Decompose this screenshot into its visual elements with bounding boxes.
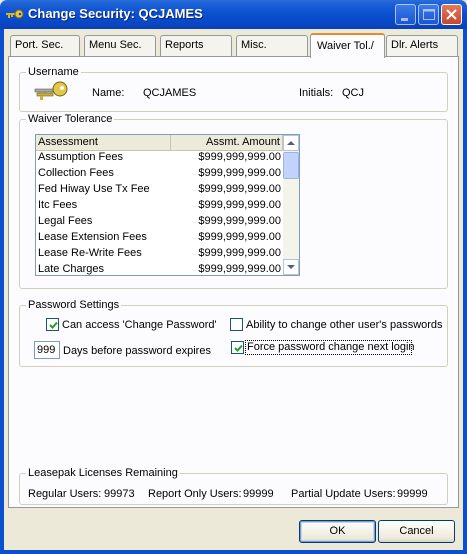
password-settings-group-label: Password Settings: [26, 299, 122, 311]
list-row-assessment[interactable]: Fed Hiway Use Tx Fee: [38, 183, 170, 195]
window-title: Change Security: QCJAMES: [28, 6, 203, 21]
list-row-amount[interactable]: $999,999,999.00: [171, 151, 281, 163]
licenses-group-label: Leasepak Licenses Remaining: [26, 467, 180, 479]
password-settings-group: [19, 305, 448, 367]
arrow-down-icon: [287, 265, 295, 269]
cancel-button[interactable]: Cancel: [378, 520, 455, 543]
list-row-assessment[interactable]: Assumption Fees: [38, 151, 170, 163]
column-header-assessment[interactable]: Assessment: [37, 135, 171, 151]
scroll-up-button[interactable]: [283, 135, 299, 151]
list-row-amount[interactable]: $999,999,999.00: [171, 167, 281, 179]
list-row-amount[interactable]: $999,999,999.00: [171, 231, 281, 243]
tab-menu-sec[interactable]: Menu Sec.: [84, 35, 156, 56]
tab-label: Misc.: [241, 39, 267, 51]
close-window-button[interactable]: [441, 4, 462, 25]
force-password-change-label[interactable]: Force password change next login: [247, 341, 415, 353]
column-header-amount[interactable]: Assmt. Amount: [171, 135, 283, 151]
initials-label: Initials:: [299, 87, 334, 99]
partial-update-users-label: Partial Update Users:: [291, 488, 396, 500]
tab-port-sec[interactable]: Port. Sec.: [10, 35, 80, 56]
window-border-bottom: [0, 550, 467, 554]
ability-change-others-password-label[interactable]: Ability to change other user's passwords: [246, 319, 443, 331]
scroll-thumb[interactable]: [283, 152, 299, 179]
list-row-amount[interactable]: $999,999,999.00: [171, 263, 281, 275]
list-row-assessment[interactable]: Legal Fees: [38, 215, 170, 227]
minimize-icon: [401, 18, 408, 21]
report-only-users-label: Report Only Users:: [148, 488, 242, 500]
tab-waiver-tol[interactable]: Waiver Tol./: [310, 33, 385, 58]
maximize-button[interactable]: [418, 4, 439, 25]
days-expire-input[interactable]: 999: [34, 341, 60, 359]
maximize-icon: [423, 9, 435, 20]
tab-label: Reports: [165, 39, 204, 51]
tab-misc[interactable]: Misc.: [236, 35, 308, 56]
list-row-assessment[interactable]: Lease Extension Fees: [38, 231, 170, 243]
tab-label: Dlr. Alerts: [391, 39, 439, 51]
window-border-right: [463, 29, 467, 554]
keys-icon: [33, 80, 69, 105]
list-row-assessment[interactable]: Late Charges: [38, 263, 170, 275]
list-row-amount[interactable]: $999,999,999.00: [171, 199, 281, 211]
username-group-label: Username: [26, 66, 81, 78]
waiver-tolerance-group-label: Waiver Tolerance: [26, 113, 115, 125]
checkmark-icon: [49, 321, 58, 329]
regular-users-value: 99973: [104, 488, 135, 500]
can-access-change-password-label[interactable]: Can access 'Change Password': [62, 319, 217, 331]
ok-button[interactable]: OK: [299, 520, 376, 543]
tab-reports[interactable]: Reports: [160, 35, 232, 56]
window-border-left: [0, 29, 4, 554]
username-group: [19, 72, 448, 112]
scroll-down-button[interactable]: [283, 259, 299, 275]
list-row-amount[interactable]: $999,999,999.00: [171, 183, 281, 195]
force-password-change-checkbox[interactable]: [231, 341, 244, 354]
list-row-assessment[interactable]: Collection Fees: [38, 167, 170, 179]
partial-update-users-value: 99999: [397, 488, 428, 500]
ability-change-others-password-checkbox[interactable]: [230, 318, 243, 331]
list-row-assessment[interactable]: Lease Re-Write Fees: [38, 247, 170, 259]
days-expire-label: Days before password expires: [63, 345, 211, 357]
key-icon: [5, 6, 25, 22]
tab-label: Menu Sec.: [89, 39, 142, 51]
list-row-amount[interactable]: $999,999,999.00: [171, 215, 281, 227]
can-access-change-password-checkbox[interactable]: [46, 318, 59, 331]
list-row-amount[interactable]: $999,999,999.00: [171, 247, 281, 259]
list-row-assessment[interactable]: Itc Fees: [38, 199, 170, 211]
minimize-button[interactable]: [395, 4, 416, 25]
checkmark-icon: [234, 344, 243, 352]
report-only-users-value: 99999: [243, 488, 274, 500]
close-icon: [446, 9, 457, 20]
regular-users-label: Regular Users:: [28, 488, 102, 500]
initials-value: QCJ: [342, 87, 364, 99]
name-label: Name:: [92, 87, 125, 99]
tab-label: Waiver Tol./: [317, 40, 374, 52]
tab-dlr-alerts[interactable]: Dlr. Alerts: [386, 35, 458, 56]
arrow-up-icon: [287, 141, 295, 145]
name-value: QCJAMES: [143, 87, 197, 99]
tab-label: Port. Sec.: [15, 39, 64, 51]
